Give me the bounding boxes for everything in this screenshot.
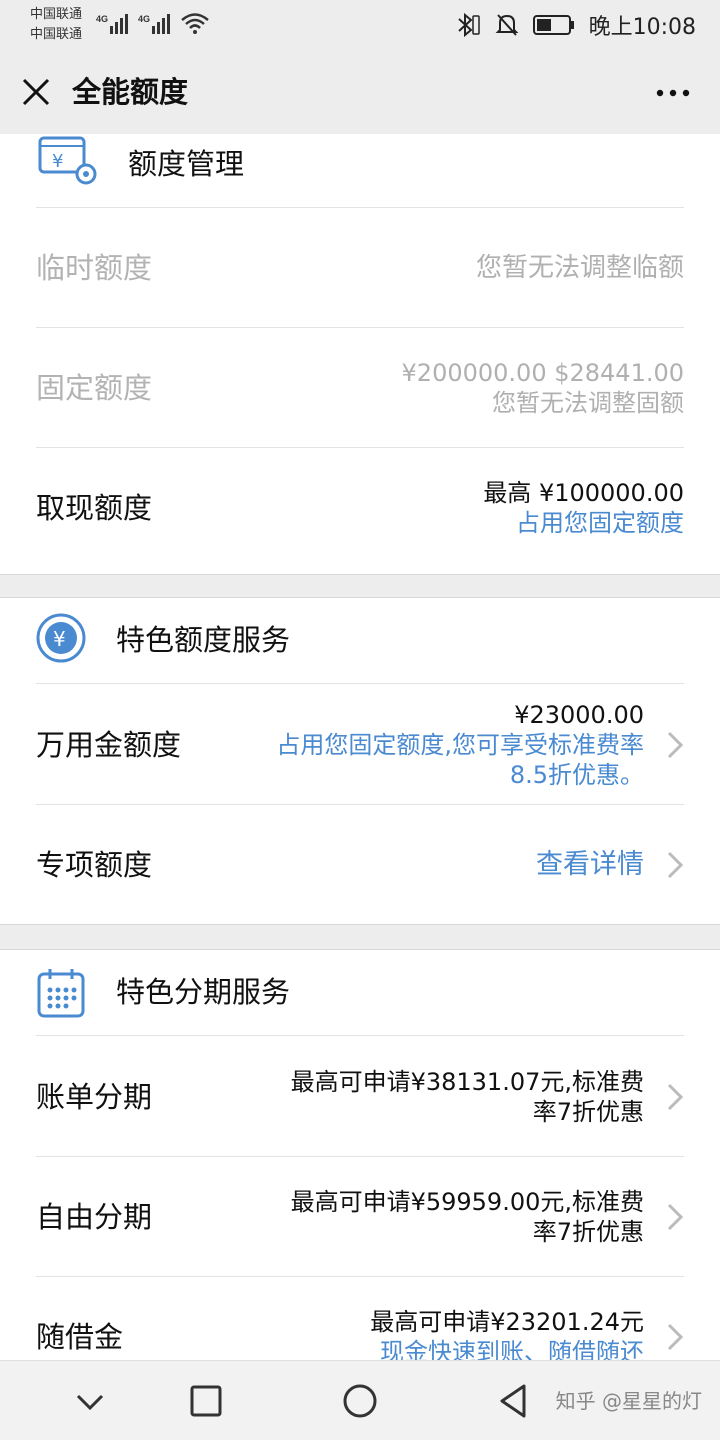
- clock: 晚上10:08: [588, 15, 696, 40]
- status-bar: 中国联通 中国联通 4G 4G 晚上10:08: [0, 0, 720, 50]
- chevron-right-icon: [667, 1083, 684, 1111]
- special-quota-card: ¥ 特色额度服务 万用金额度 ¥23000.00 占用您固定额度,您可享受标准费…: [0, 597, 720, 925]
- close-icon[interactable]: [20, 76, 52, 108]
- list-item-cash-loan[interactable]: 随借金 最高可申请¥23201.24元 现金快速到账、随借随还: [36, 1277, 684, 1360]
- list-item-special-quota[interactable]: 专项额度 查看详情: [36, 805, 684, 925]
- back-icon[interactable]: [494, 1381, 534, 1421]
- wallet-gear-icon: ¥: [38, 136, 97, 185]
- row-value: 最高可申请¥23201.24元 现金快速到账、随借随还: [370, 1277, 644, 1360]
- list-item-temp-quota[interactable]: 临时额度 您暂无法调整临额: [36, 208, 684, 328]
- signal-1-icon: 4G: [96, 14, 128, 34]
- content-area[interactable]: ¥ 额度管理 临时额度 您暂无法调整临额 固定额度 ¥200000.00 $28…: [0, 134, 720, 1360]
- row-value: 查看详情: [536, 805, 644, 925]
- list-item-free-installment[interactable]: 自由分期 最高可申请¥59959.00元,标准费 率7折优惠: [36, 1157, 684, 1277]
- list-item-cash-quota[interactable]: 取现额度 最高 ¥100000.00 占用您固定额度: [36, 448, 684, 568]
- row-value-line: 最高 ¥100000.00: [483, 479, 684, 507]
- carrier-info: 中国联通 中国联通: [30, 5, 82, 45]
- row-value-line: 占用您固定额度,您可享受标准费率: [276, 731, 644, 759]
- special-quota-header: ¥ 特色额度服务: [36, 598, 684, 684]
- chevron-right-icon: [667, 1203, 684, 1231]
- section-title: 特色额度服务: [116, 623, 291, 657]
- row-value-line: 率7折优惠: [532, 1098, 644, 1126]
- net-1-label: 4G: [96, 14, 108, 24]
- view-details-link[interactable]: 查看详情: [536, 850, 644, 880]
- installment-header: 特色分期服务: [36, 950, 684, 1036]
- recent-apps-icon[interactable]: [186, 1381, 226, 1421]
- watermark: 知乎 @星星的灯: [555, 1389, 702, 1413]
- svg-text:¥: ¥: [53, 627, 66, 651]
- svg-text:¥: ¥: [52, 151, 63, 172]
- row-value: 最高 ¥100000.00 占用您固定额度: [483, 448, 684, 568]
- list-item-bill-installment[interactable]: 账单分期 最高可申请¥38131.07元,标准费 率7折优惠: [36, 1037, 684, 1157]
- coin-icon: ¥: [36, 613, 86, 663]
- wifi-icon: [181, 13, 209, 34]
- page-title: 全能额度: [72, 75, 189, 109]
- installment-card: 特色分期服务 账单分期 最高可申请¥38131.07元,标准费 率7折优惠 自由…: [0, 949, 720, 1360]
- hide-keyboard-icon[interactable]: [70, 1381, 110, 1421]
- section-title: 额度管理: [128, 147, 245, 181]
- row-label: 账单分期: [36, 1080, 153, 1114]
- list-item-fixed-quota[interactable]: 固定额度 ¥200000.00 $28441.00 您暂无法调整固额: [36, 328, 684, 448]
- row-label: 自由分期: [36, 1200, 153, 1234]
- row-value-line: 您暂无法调整固额: [492, 389, 684, 417]
- row-label: 随借金: [36, 1320, 124, 1354]
- row-value: 最高可申请¥38131.07元,标准费 率7折优惠: [291, 1037, 644, 1157]
- chevron-right-icon: [667, 851, 684, 879]
- row-value-line: ¥23000.00: [514, 701, 644, 729]
- row-value-line: 您暂无法调整临额: [475, 253, 684, 283]
- net-2-label: 4G: [138, 14, 150, 24]
- row-value-line: 率7折优惠: [532, 1218, 644, 1246]
- chevron-right-icon: [667, 1323, 684, 1351]
- row-label: 固定额度: [36, 371, 153, 405]
- row-value: ¥23000.00 占用您固定额度,您可享受标准费率 8.5折优惠。: [276, 685, 644, 805]
- section-title: 特色分期服务: [116, 975, 291, 1009]
- carrier-1: 中国联通: [30, 7, 83, 22]
- row-label: 取现额度: [36, 491, 153, 525]
- row-label: 万用金额度: [36, 728, 182, 762]
- system-nav-bar: 知乎 @星星的灯: [0, 1360, 720, 1440]
- row-value-line: ¥200000.00 $28441.00: [401, 359, 684, 387]
- row-value: ¥200000.00 $28441.00 您暂无法调整固额: [402, 328, 684, 448]
- home-icon[interactable]: [340, 1381, 380, 1421]
- more-icon[interactable]: [656, 88, 690, 98]
- row-value-line: 现金快速到账、随借随还: [380, 1338, 644, 1360]
- mute-bell-icon: [495, 14, 519, 36]
- row-value: 最高可申请¥59959.00元,标准费 率7折优惠: [291, 1157, 644, 1277]
- row-value: 您暂无法调整临额: [476, 208, 684, 328]
- list-item-universal-quota[interactable]: 万用金额度 ¥23000.00 占用您固定额度,您可享受标准费率 8.5折优惠。: [36, 685, 684, 805]
- chevron-right-icon: [667, 731, 684, 759]
- row-value-line: 最高可申请¥38131.07元,标准费: [290, 1068, 644, 1096]
- nav-bar: 全能额度: [0, 50, 720, 134]
- status-right: 晚上10:08: [453, 8, 696, 42]
- row-label: 专项额度: [36, 848, 153, 882]
- calendar-icon: [37, 969, 85, 1018]
- row-label: 临时额度: [36, 251, 153, 285]
- signal-2-icon: 4G: [138, 14, 170, 34]
- quota-management-header: ¥ 额度管理: [36, 134, 684, 208]
- bluetooth-icon: [457, 12, 480, 38]
- row-value-line: 占用您固定额度: [516, 509, 684, 537]
- quota-management-card: ¥ 额度管理 临时额度 您暂无法调整临额 固定额度 ¥200000.00 $28…: [0, 134, 720, 575]
- carrier-2: 中国联通: [30, 27, 83, 42]
- row-value-line: 8.5折优惠。: [509, 761, 644, 789]
- row-value-line: 最高可申请¥59959.00元,标准费: [290, 1188, 644, 1216]
- row-value-line: 最高可申请¥23201.24元: [370, 1308, 644, 1336]
- battery-icon: [532, 15, 574, 35]
